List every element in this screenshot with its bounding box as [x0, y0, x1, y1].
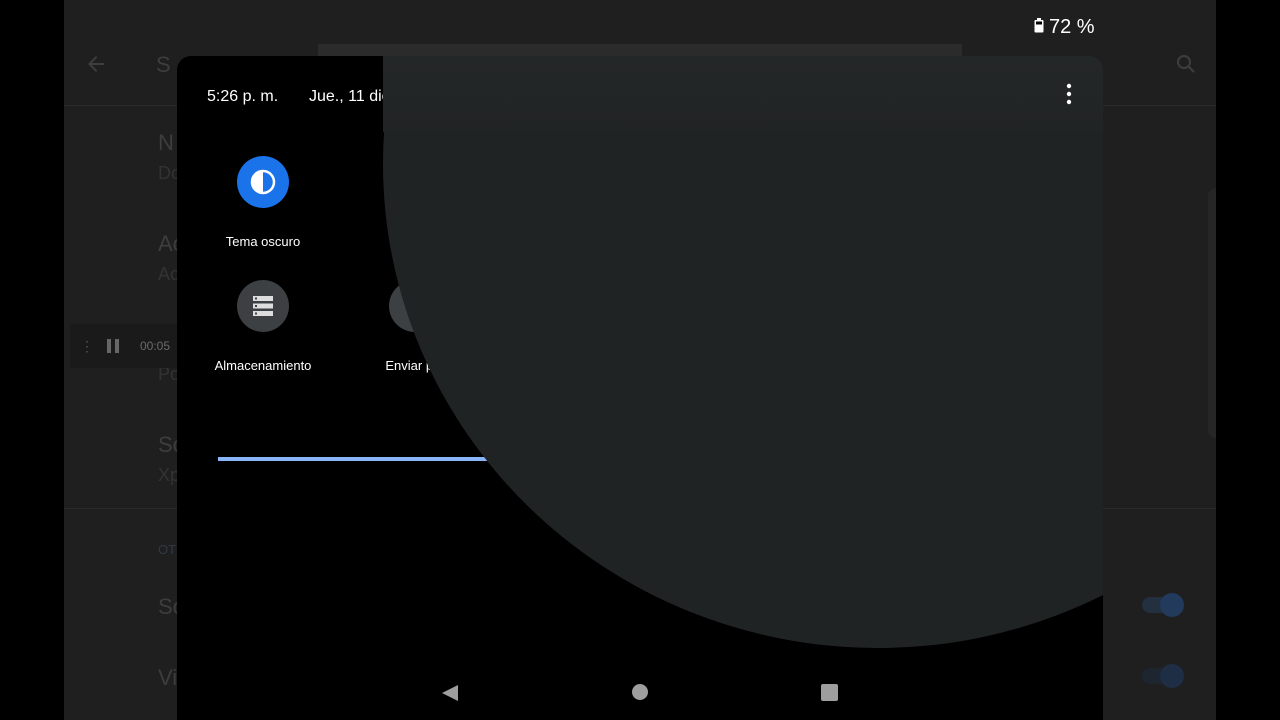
drag-handle-icon[interactable]: ⋮	[80, 338, 94, 355]
nav-recents-icon[interactable]	[821, 684, 838, 701]
back-arrow-icon	[88, 56, 104, 72]
bg-row-title: N	[158, 130, 174, 155]
nav-back-icon[interactable]	[441, 684, 459, 702]
quick-settings-panel: 5:26 p. m. Jue., 11 dic Tema oscuro M Al…	[177, 56, 1103, 720]
bg-toggle-switch	[1142, 664, 1184, 688]
dark-theme-icon[interactable]	[237, 156, 289, 208]
ripple-header-band	[383, 56, 1103, 132]
search-icon	[1177, 55, 1195, 73]
battery-icon	[1034, 18, 1044, 33]
battery-percentage: 72 %	[1049, 16, 1095, 38]
brightness-slider[interactable]	[218, 457, 490, 461]
pause-icon[interactable]	[106, 338, 120, 354]
tile-storage[interactable]: Almacenamiento	[203, 280, 323, 380]
storage-icon[interactable]	[237, 280, 289, 332]
bg-page-title: S	[156, 52, 171, 77]
nav-home-icon[interactable]	[632, 684, 648, 700]
bg-section-header: OT	[158, 542, 177, 557]
bg-toggle-switch	[1142, 593, 1184, 617]
recorder-elapsed-time: 00:05	[140, 339, 171, 353]
ripple-overlay	[383, 56, 1103, 648]
screen-recorder-bar: ⋮ 00:05	[70, 324, 190, 368]
bg-scrollbar	[1208, 188, 1216, 438]
tile-label: Tema oscuro	[225, 234, 301, 249]
tile-label: Almacenamiento	[214, 358, 312, 373]
clock: 5:26 p. m.	[207, 88, 279, 105]
date: Jue., 11 dic	[309, 88, 390, 105]
tile-dark-theme[interactable]: Tema oscuro	[203, 156, 323, 256]
bg-row-subtitle: Ac	[158, 264, 180, 284]
three-dots-vertical-icon[interactable]	[1059, 82, 1079, 106]
bg-toggle-row-title: Vi	[158, 665, 178, 690]
